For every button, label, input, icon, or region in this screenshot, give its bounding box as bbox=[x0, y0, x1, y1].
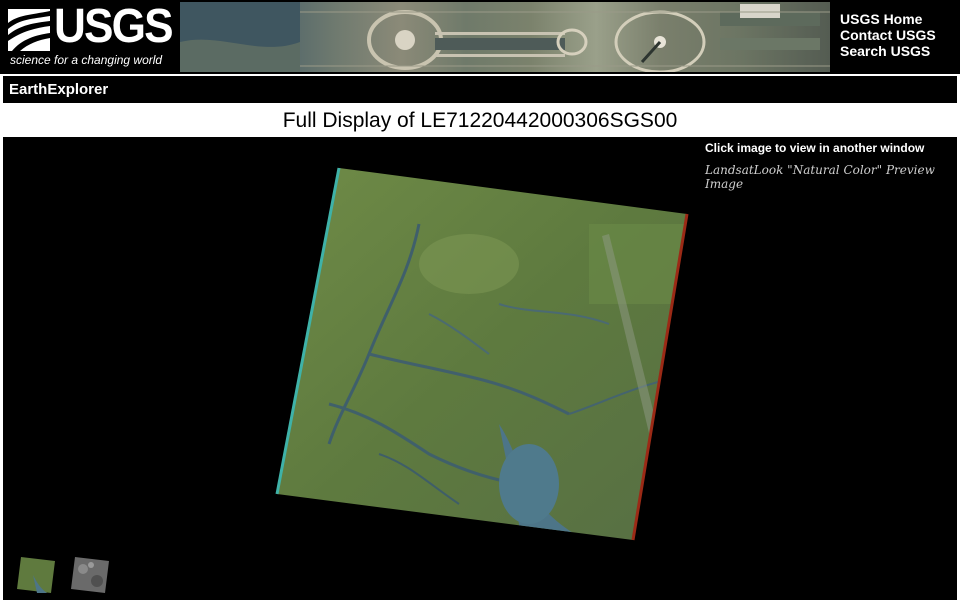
natural-color-thumbnail[interactable] bbox=[15, 555, 57, 595]
usgs-tagline: science for a changing world bbox=[10, 53, 163, 67]
grayscale-thumbnail[interactable] bbox=[69, 555, 111, 595]
contact-usgs-link[interactable]: Contact USGS bbox=[840, 27, 936, 43]
header-links: USGS Home Contact USGS Search USGS bbox=[840, 11, 936, 59]
image-display-area: Click image to view in another window La… bbox=[3, 137, 957, 600]
click-instruction: Click image to view in another window bbox=[705, 141, 925, 155]
landsat-preview-image[interactable] bbox=[269, 164, 699, 574]
aerial-photo-art bbox=[180, 2, 830, 72]
usgs-logo[interactable]: USGS science for a changing world bbox=[4, 0, 180, 71]
app-bar: EarthExplorer bbox=[3, 76, 957, 103]
thumbnail-strip bbox=[15, 555, 111, 595]
page-title: Full Display of LE71220442000306SGS00 bbox=[282, 109, 678, 132]
aerial-photo-strip bbox=[180, 2, 830, 72]
preview-caption: LandsatLook "Natural Color" Preview Imag… bbox=[705, 163, 935, 191]
grayscale-thumb-art bbox=[71, 557, 109, 593]
search-usgs-link[interactable]: Search USGS bbox=[840, 43, 936, 59]
usgs-wordmark: USGS bbox=[54, 0, 174, 53]
usgs-home-link[interactable]: USGS Home bbox=[840, 11, 936, 27]
usgs-wave-icon bbox=[8, 9, 50, 51]
app-name[interactable]: EarthExplorer bbox=[9, 81, 108, 98]
natural-color-thumb-art bbox=[17, 557, 55, 593]
usgs-header-banner: USGS science for a changing world USGS H… bbox=[0, 0, 960, 74]
landsat-scene-art bbox=[275, 167, 689, 541]
